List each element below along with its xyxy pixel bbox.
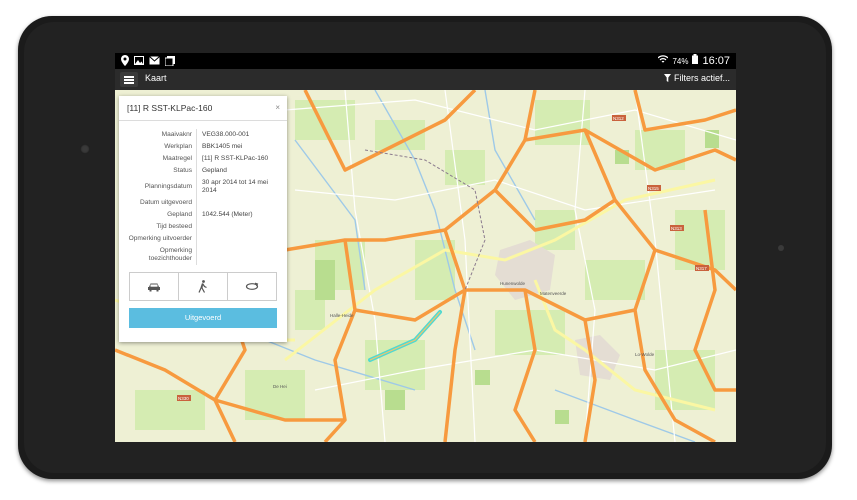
front-camera bbox=[80, 144, 90, 154]
attribute-row: Opmerking toezichthouder bbox=[119, 245, 287, 265]
attribute-row: Tijd besteed bbox=[119, 221, 287, 233]
completed-button[interactable]: Uitgevoerd bbox=[129, 308, 277, 328]
panel-header: [11] R SST-KLPac-160 × bbox=[119, 96, 287, 121]
filters-button[interactable]: Filters actief... bbox=[664, 73, 730, 83]
filters-label: Filters actief... bbox=[673, 73, 730, 83]
light-sensor bbox=[778, 245, 784, 251]
close-icon[interactable]: × bbox=[275, 103, 280, 112]
walking-person-icon bbox=[198, 280, 207, 293]
road-label: N313 bbox=[671, 226, 682, 231]
attribute-label: Opmerking uitvoerder bbox=[119, 233, 197, 245]
gallery-icon bbox=[164, 55, 175, 70]
mail-icon bbox=[149, 56, 160, 69]
attribute-row: Planningsdatum 30 apr 2014 tot 14 mei 20… bbox=[119, 177, 287, 197]
attribute-row: Werkplan BBK1405 mei bbox=[119, 141, 287, 153]
place-label: Hunenwolde bbox=[500, 281, 526, 286]
attribute-label: Datum uitgevoerd bbox=[119, 197, 197, 209]
car-icon bbox=[148, 283, 160, 291]
attribute-value: [11] R SST-KLPac-160 bbox=[202, 155, 269, 162]
attribute-label: Planningsdatum bbox=[119, 177, 197, 197]
place-label: Halle-Heide bbox=[330, 313, 354, 318]
battery-percentage: 74% bbox=[672, 56, 689, 66]
attribute-label: Maatregel bbox=[119, 153, 197, 165]
attribute-row: Datum uitgevoerd bbox=[119, 197, 287, 209]
road-label: N330 bbox=[178, 396, 189, 401]
navigation-mode-buttons bbox=[129, 272, 277, 301]
feature-info-panel: [11] R SST-KLPac-160 × Maaivaknr VEG38.0… bbox=[119, 96, 287, 342]
attribute-row: Status Gepland bbox=[119, 165, 287, 177]
device-screen: 74% 16:07 Kaart Filters actief... Hunenw… bbox=[115, 53, 736, 442]
menu-button[interactable] bbox=[120, 72, 138, 87]
panel-title: [11] R SST-KLPac-160 bbox=[127, 103, 213, 113]
clock: 16:07 bbox=[702, 55, 730, 67]
attribute-value bbox=[197, 197, 281, 209]
status-bar: 74% 16:07 bbox=[115, 53, 736, 69]
attribute-label: Werkplan bbox=[119, 141, 197, 153]
walk-button[interactable] bbox=[179, 273, 228, 300]
rotate-button[interactable] bbox=[228, 273, 276, 300]
attribute-label: Status bbox=[119, 165, 197, 177]
attribute-table: Maaivaknr VEG38.000-001 Werkplan BBK1405… bbox=[119, 129, 287, 265]
filter-icon bbox=[664, 74, 672, 82]
attribute-value: 1042.544 (Meter) bbox=[202, 211, 253, 218]
place-label: De Hei bbox=[273, 384, 287, 389]
attribute-value bbox=[197, 233, 281, 245]
attribute-value: BBK1405 mei bbox=[202, 143, 243, 150]
attribute-value: VEG38.000-001 bbox=[202, 131, 250, 138]
attribute-label: Gepland bbox=[119, 209, 197, 221]
attribute-row: Maaivaknr VEG38.000-001 bbox=[119, 129, 287, 141]
wifi-icon bbox=[658, 54, 669, 68]
attribute-value: Gepland bbox=[202, 167, 227, 174]
attribute-label: Maaivaknr bbox=[119, 129, 197, 141]
attribute-value bbox=[197, 221, 281, 233]
action-bar: Kaart Filters actief... bbox=[115, 69, 736, 90]
attribute-row: Maatregel [11] R SST-KLPac-160 bbox=[119, 153, 287, 165]
image-icon bbox=[134, 56, 144, 69]
place-label: Lo-Wolde bbox=[635, 352, 655, 357]
place-label: Matenveerde bbox=[540, 291, 567, 296]
attribute-value: 30 apr 2014 tot 14 mei 2014 bbox=[202, 179, 268, 194]
road-label: N317 bbox=[696, 266, 707, 271]
road-label: N315 bbox=[648, 186, 659, 191]
page-title: Kaart bbox=[145, 73, 167, 83]
road-label: N312 bbox=[613, 116, 624, 121]
attribute-row: Opmerking uitvoerder bbox=[119, 233, 287, 245]
location-pin-icon bbox=[121, 55, 129, 70]
attribute-label: Opmerking toezichthouder bbox=[119, 245, 197, 265]
battery-icon bbox=[692, 54, 699, 68]
drive-button[interactable] bbox=[130, 273, 179, 300]
attribute-row: Gepland 1042.544 (Meter) bbox=[119, 209, 287, 221]
attribute-value bbox=[197, 245, 281, 265]
attribute-label: Tijd besteed bbox=[119, 221, 197, 233]
rotate-icon bbox=[245, 282, 259, 290]
